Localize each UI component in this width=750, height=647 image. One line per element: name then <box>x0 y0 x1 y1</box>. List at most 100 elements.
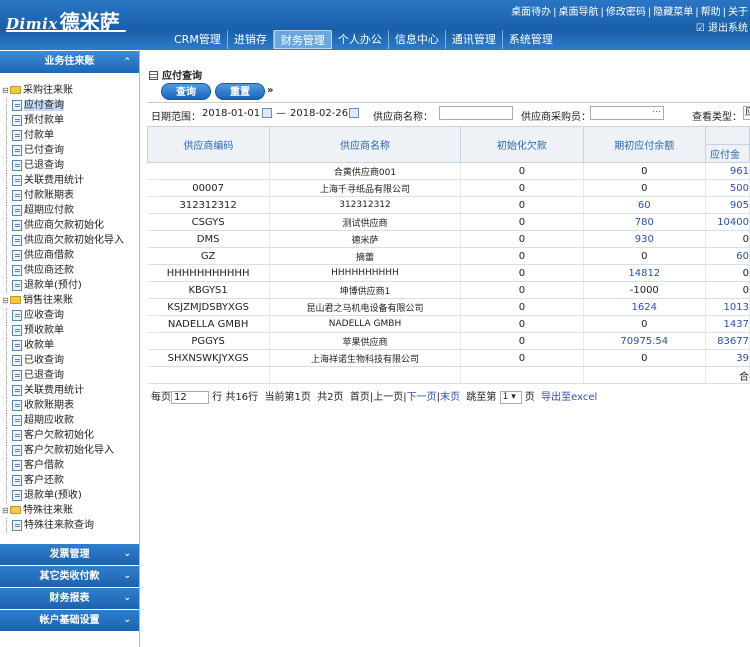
tree-item[interactable]: 应收查询 <box>0 308 139 323</box>
date-from-value[interactable]: 2018-01-01 <box>202 108 260 119</box>
tree-item[interactable]: 供应商还款 <box>0 263 139 278</box>
tree-item[interactable]: 客户欠款初始化 <box>0 428 139 443</box>
nav-info[interactable]: 信息中心 <box>389 30 446 49</box>
supplier-buyer-input[interactable]: … <box>590 105 664 120</box>
sidebar-section-other-payments[interactable]: 其它类收付款 ⌄ <box>0 566 139 587</box>
tree-item[interactable]: 超期应收款 <box>0 413 139 428</box>
top-link-password[interactable]: 修改密码 <box>606 7 646 18</box>
table-row[interactable]: KBGYS1 坤博供应商1 0 -1000 0 <box>147 281 750 299</box>
tree-item[interactable]: 已收查询 <box>0 353 139 368</box>
tree-item-label: 超期应付款 <box>24 205 74 216</box>
tree-item[interactable]: 预收款单 <box>0 323 139 338</box>
tree-item[interactable]: 付款账期表 <box>0 188 139 203</box>
sidebar-header[interactable]: 业务往来账 ⌃ <box>0 51 139 73</box>
double-chevron-down-icon[interactable]: » <box>267 85 273 96</box>
cell-opening-balance: 0 <box>583 179 707 197</box>
cell-payable: 905 <box>705 196 750 214</box>
tree-item[interactable]: 已退查询 <box>0 368 139 383</box>
top-link-todo[interactable]: 桌面待办 <box>511 7 551 18</box>
collapse-icon[interactable]: ⊟ <box>2 503 10 518</box>
top-link-hide-menu[interactable]: 隐藏菜单 <box>653 7 693 18</box>
tree-item[interactable]: 已付查询 <box>0 143 139 158</box>
tree-item[interactable]: 预付款单 <box>0 113 139 128</box>
tree-item[interactable]: 客户借款 <box>0 458 139 473</box>
nav-system[interactable]: 系统管理 <box>503 30 559 49</box>
table-row[interactable]: 合黄供应商001 0 0 961 <box>147 162 750 180</box>
table-row[interactable]: GZ 摘蕾 0 0 60 <box>147 247 750 265</box>
table-row[interactable]: SHXNSWKJYXGS 上海祥诺生物科技有限公司 0 0 39 <box>147 349 750 367</box>
nav-comm[interactable]: 通讯管理 <box>446 30 503 49</box>
table-row[interactable]: KSJZMJDSBYXGS 昆山君之马机电设备有限公司 0 1624 1013 <box>147 298 750 316</box>
top-link-nav[interactable]: 桌面导航 <box>559 7 599 18</box>
tree-item[interactable]: 关联费用统计 <box>0 383 139 398</box>
nav-inventory[interactable]: 进销存 <box>228 30 274 49</box>
date-to-value[interactable]: 2018-02-26 <box>290 108 348 119</box>
tree-item[interactable]: 供应商欠款初始化 <box>0 218 139 233</box>
view-type-select[interactable]: 应 <box>743 106 750 120</box>
nav-finance[interactable]: 财务管理 <box>273 30 332 49</box>
prev-page-link[interactable]: 上一页 <box>373 392 403 403</box>
table-row[interactable]: CSGYS 测试供应商 0 780 10400 <box>147 213 750 231</box>
tree-item[interactable]: 退款单(预付) <box>0 278 139 293</box>
first-page-link[interactable]: 首页 <box>350 392 370 403</box>
tree-item[interactable]: 供应商欠款初始化导入 <box>0 233 139 248</box>
tree-item[interactable]: 超期应付款 <box>0 203 139 218</box>
tree-item[interactable]: 收款单 <box>0 338 139 353</box>
document-icon <box>12 280 22 291</box>
document-icon <box>12 100 22 111</box>
table-row[interactable]: DMS 德米萨 0 930 0 <box>147 230 750 248</box>
sidebar-section-label: 发票管理 <box>49 549 90 560</box>
cell-payable: 0 <box>705 281 750 299</box>
tree-item[interactable]: 特殊往来款查询 <box>0 518 139 533</box>
document-icon <box>12 160 22 171</box>
col-header-opening-balance[interactable]: 期初应付余额 <box>582 126 707 163</box>
query-button[interactable]: 查询 <box>161 83 211 100</box>
sidebar-section-reports[interactable]: 财务报表 ⌄ <box>0 588 139 609</box>
next-page-link[interactable]: 下一页 <box>407 392 437 403</box>
calendar-icon[interactable] <box>349 108 359 120</box>
table-row[interactable]: 312312312 312312312 0 60 905 <box>147 196 750 214</box>
calendar-icon[interactable] <box>262 108 272 120</box>
tree-folder[interactable]: ⊟ 特殊往来账 <box>0 503 139 518</box>
nav-crm[interactable]: CRM管理 <box>168 30 228 49</box>
supplier-buyer-label: 供应商采购员： <box>521 112 591 123</box>
nav-office[interactable]: 个人办公 <box>332 30 389 49</box>
sidebar-section-invoice[interactable]: 发票管理 ⌄ <box>0 544 139 565</box>
tree-folder[interactable]: ⊟ 销售往来账 <box>0 293 139 308</box>
top-link-help[interactable]: 帮助 <box>701 7 721 18</box>
cell-supplier-code: PGGYS <box>147 332 270 350</box>
table-row[interactable]: 00007 上海千寻纸品有限公司 0 0 500 <box>147 179 750 197</box>
export-excel-link[interactable]: 导出至excel <box>541 392 597 403</box>
jump-page-select[interactable]: 1 ▾ <box>499 390 522 404</box>
collapse-icon[interactable]: ⊟ <box>2 83 10 98</box>
last-page-link[interactable]: 末页 <box>440 392 460 403</box>
tree-item[interactable]: 收款账期表 <box>0 398 139 413</box>
tree-item[interactable]: 退款单(预收) <box>0 488 139 503</box>
tree-folder[interactable]: ⊟ 采购往来账 <box>0 83 139 98</box>
cell-payable: 10400 <box>705 213 750 231</box>
col-header-supplier-name[interactable]: 供应商名称 <box>268 126 462 163</box>
supplier-name-input[interactable] <box>439 106 513 120</box>
col-header-initial-debt[interactable]: 初始化欠款 <box>460 126 584 163</box>
table-row[interactable]: PGGYS 苹果供应商 0 70975.54 83677 <box>147 332 750 350</box>
collapse-icon[interactable]: ⊟ <box>2 293 10 308</box>
sidebar-section-account-settings[interactable]: 帐户基础设置 ⌄ <box>0 610 139 631</box>
logout-link[interactable]: ☑ 退出系统 <box>696 19 748 34</box>
logout-label: 退出系统 <box>708 23 748 34</box>
ellipsis-icon[interactable]: … <box>652 105 661 115</box>
tree-item[interactable]: 供应商借款 <box>0 248 139 263</box>
document-icon <box>12 340 22 351</box>
tree-item[interactable]: 客户欠款初始化导入 <box>0 443 139 458</box>
tree-item[interactable]: 付款单 <box>0 128 139 143</box>
table-row[interactable]: HHHHHHHHHHH HHHHHHHHHH 0 14812 0 <box>147 264 750 282</box>
tree-item[interactable]: 客户还款 <box>0 473 139 488</box>
col-header-supplier-code[interactable]: 供应商编码 <box>147 126 270 163</box>
col-header-payable-amount[interactable]: 应付金 <box>705 144 750 163</box>
top-link-about[interactable]: 关于 <box>728 7 748 18</box>
tree-item[interactable]: 应付查询 <box>0 98 139 113</box>
tree-item[interactable]: 关联费用统计 <box>0 173 139 188</box>
reset-button[interactable]: 重置 <box>215 83 265 100</box>
table-row[interactable]: NADELLA GMBH NADELLA GMBH 0 0 1437 <box>147 315 750 333</box>
tree-item[interactable]: 已退查询 <box>0 158 139 173</box>
per-page-input[interactable]: 12 <box>171 390 209 404</box>
